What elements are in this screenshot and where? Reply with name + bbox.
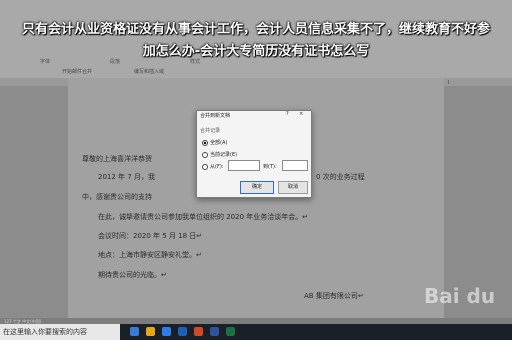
app-icon[interactable] <box>194 327 203 336</box>
radio-current-record[interactable] <box>202 152 208 158</box>
ribbon-group-label: 样式 <box>190 59 201 65</box>
doc-line: AB 集团有限公司↵ <box>304 292 364 300</box>
edge-browser-icon[interactable] <box>162 327 171 336</box>
option-current-record-label: 当前记录(E) <box>210 152 238 158</box>
merge-records-label: 合并记录 <box>200 128 221 134</box>
word-icon[interactable] <box>210 327 219 336</box>
ribbon-group-label: 段落 <box>110 59 121 65</box>
banner-title-line-1: 只有会计从业资格证没有从事会计工作，会计人员信息采集不了，继续教育不好参 <box>21 22 490 37</box>
dialog-title: 合并到新文档 <box>200 113 231 119</box>
doc-line: 0 次的业务过程 <box>316 173 365 181</box>
help-icon[interactable]: ? <box>286 111 289 117</box>
doc-line: 期待贵公司的光临。↵ <box>98 271 167 279</box>
ribbon-group-label: 编写和插入域 <box>134 69 165 75</box>
ribbon-group-label: 开始邮件合并 <box>62 69 93 75</box>
task-view-icon[interactable] <box>130 327 139 336</box>
doc-line: 尊敬的上海喜洋洋恭贺 <box>82 155 152 163</box>
store-icon[interactable] <box>178 327 187 336</box>
ribbon-group-label: 字体 <box>40 59 51 65</box>
ok-button[interactable]: 确定 <box>240 181 274 194</box>
doc-line: 在此，诚挚邀请贵公司参加我单位组织的 2020 年业务洽谈年会。↵ <box>98 213 309 221</box>
taskbar-search-input[interactable]: 在这里输入你要搜索的内容 <box>3 327 87 337</box>
banner-title-line-2: 加怎么办-会计大专简历没有证书怎么写 <box>142 44 370 59</box>
option-from-label: 从(F): <box>210 164 224 170</box>
baidu-watermark: Bai du <box>424 284 496 308</box>
to-label: 到(T): <box>263 164 277 170</box>
doc-line: 会议时间：2020 年 5 月 18 日↵ <box>98 232 203 240</box>
ribbon <box>0 0 512 78</box>
from-field[interactable] <box>228 160 260 171</box>
cancel-button[interactable]: 取消 <box>278 181 308 194</box>
doc-line: 中，感谢贵公司的支持 <box>82 193 152 201</box>
radio-all[interactable] <box>202 140 208 146</box>
option-all-label: 全部(A) <box>210 140 228 146</box>
close-icon[interactable]: × <box>299 111 303 117</box>
doc-line: 2012 年 7 月，我 <box>98 173 155 181</box>
excel-icon[interactable] <box>226 327 235 336</box>
doc-line: 地点：上海市静安区静安礼堂。↵ <box>98 251 202 259</box>
radio-from[interactable] <box>202 164 208 170</box>
to-field[interactable] <box>282 160 308 171</box>
folder-icon[interactable] <box>146 327 155 336</box>
